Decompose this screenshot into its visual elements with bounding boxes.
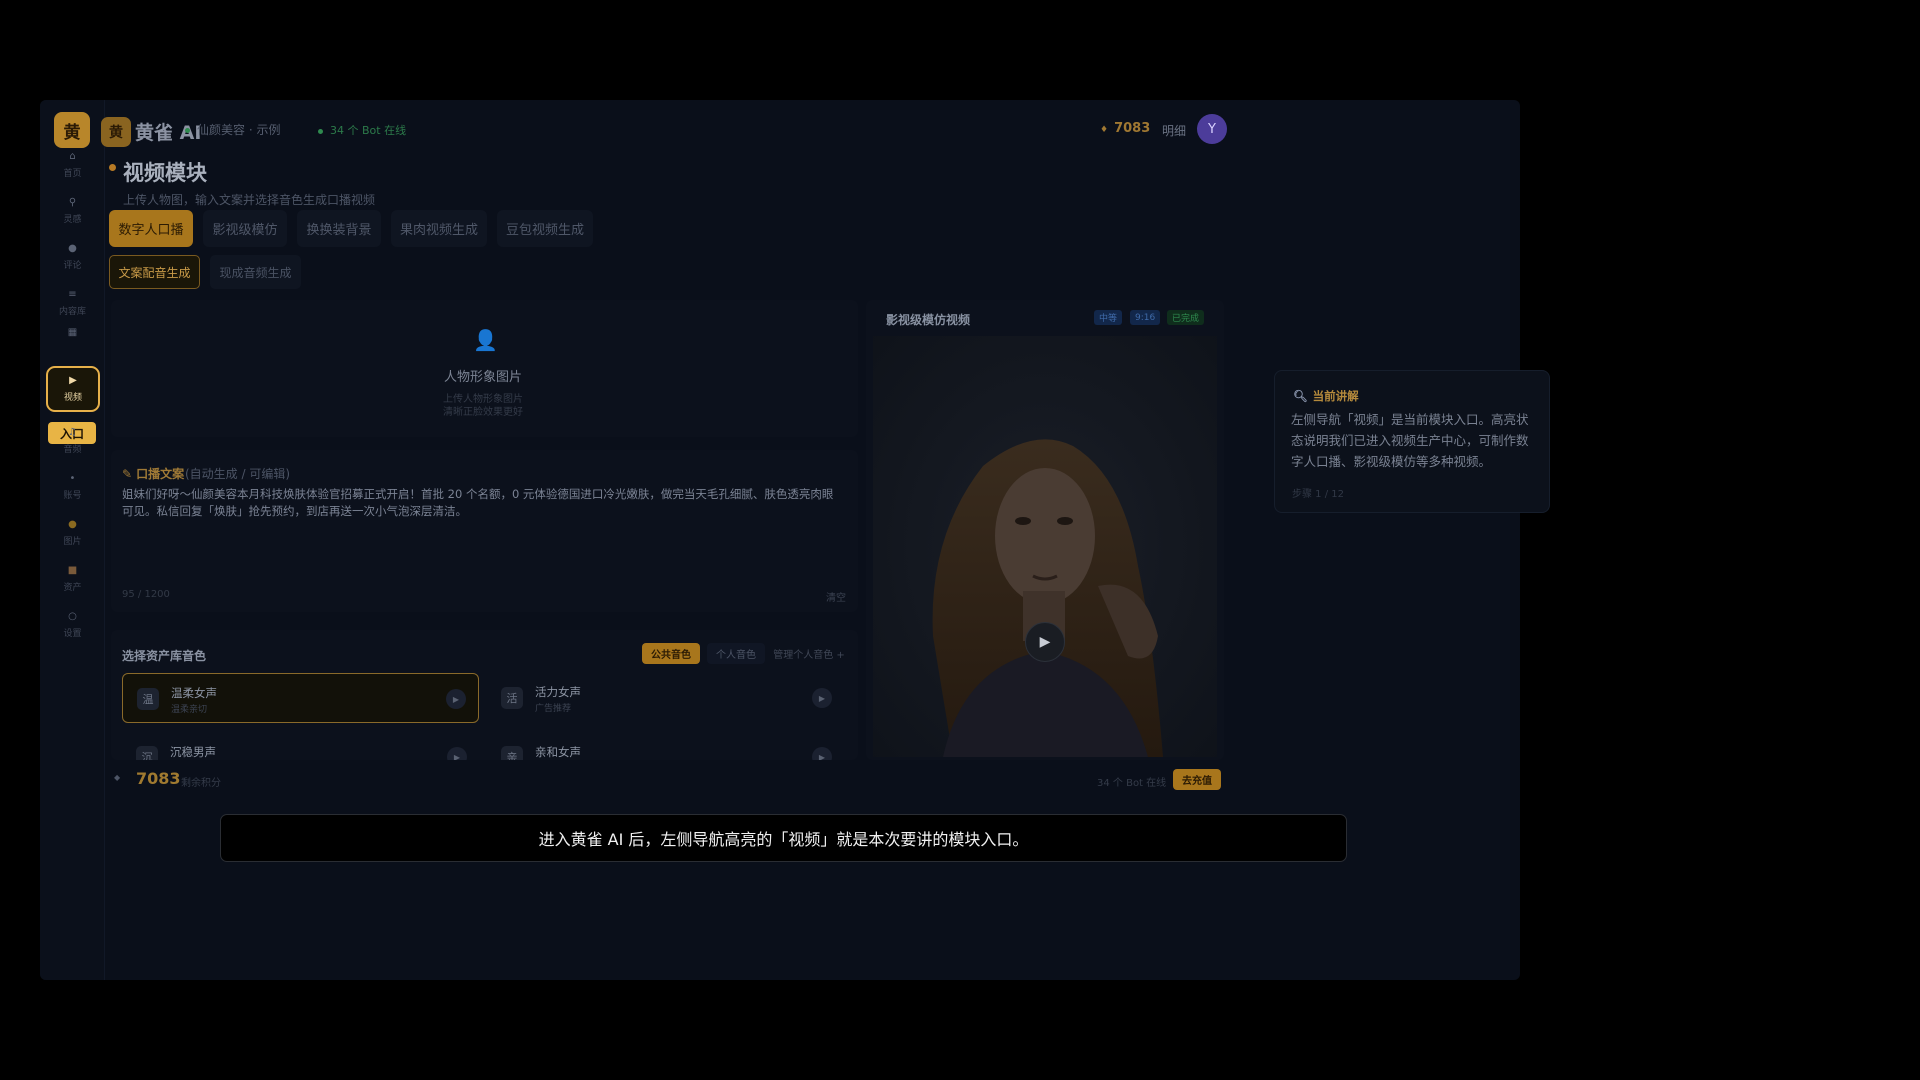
sidebar-item-label: 音频 [63, 445, 82, 455]
pen-icon: ✎ [122, 467, 133, 481]
tab-personal-voices[interactable]: 个人音色 [707, 643, 765, 664]
play-icon[interactable]: ▶ [812, 688, 832, 708]
ratio-badge: 9:16 [1130, 310, 1161, 325]
sidebar-item-label: 设置 [63, 629, 82, 639]
play-icon[interactable]: ▶ [446, 689, 466, 709]
voice-name: 活力女声 [535, 685, 581, 699]
image-icon: ● [68, 519, 77, 530]
voice-desc: 广告推荐 [535, 704, 572, 714]
voice-avatar: 亲 [501, 746, 523, 760]
sidebar-item-label: 视频 [63, 393, 82, 403]
video-thumbnail [873, 336, 1217, 757]
voice-card[interactable]: 活 活力女声 广告推荐 ▶ [487, 673, 844, 723]
explanation-heading: 🔍︎ 当前讲解 [1293, 389, 1359, 403]
voice-avatar: 沉 [136, 746, 158, 760]
bottom-coin-balance: 7083 [136, 769, 181, 788]
top-header: 黄 黄雀 AI 仙颜美容 · 示例 34 个 Bot 在线 7083 明细 Y [101, 100, 1520, 160]
subtitle-caption: 进入黄雀 AI 后，左侧导航高亮的「视频」就是本次要讲的模块入口。 [220, 814, 1347, 862]
sidebar-item-grid[interactable]: ▦ [44, 318, 101, 348]
sidebar-item-label: 账号 [63, 491, 82, 501]
explanation-body: 左侧导航「视频」是当前模块入口。高亮状态说明我们已进入视频生产中心，可制作数字人… [1291, 412, 1529, 469]
search-icon: 🔍︎ [1293, 389, 1308, 403]
sidebar-item-label: 资产 [63, 583, 82, 593]
coin-label: 剩余积分 [181, 778, 221, 789]
person-upload-icon: 👤 [473, 328, 498, 352]
sidebar-item-account[interactable]: • 账号 [44, 464, 101, 510]
subtab-copy-voice[interactable]: 文案配音生成 [109, 255, 200, 289]
voice-card[interactable]: 温 温柔女声 温柔亲切 ▶ [122, 673, 479, 723]
subtab-ready-audio[interactable]: 现成音频生成 [210, 255, 301, 289]
sidebar-item-image[interactable]: ● 图片 [44, 510, 101, 556]
voice-name: 沉稳男声 [170, 745, 216, 759]
copy-textarea[interactable]: 姐妹们好呀～仙颜美容本月科技焕肤体验官招募正式开启！首批 20 个名额，0 元体… [122, 486, 842, 520]
sidebar-item-label: 内容库 [58, 307, 86, 317]
title-dot-icon [109, 164, 116, 171]
tab-outfit-background[interactable]: 换换装背景 [297, 210, 381, 247]
sidebar-item-video[interactable]: ▶ 视频 [46, 366, 100, 412]
list-icon: ≡ [68, 289, 77, 300]
tab-digital-human[interactable]: 数字人口播 [109, 210, 193, 247]
play-icon[interactable]: ▶ [812, 747, 832, 760]
manage-voices-button[interactable]: 管理个人音色 + [772, 643, 846, 664]
tab-public-voices[interactable]: 公共音色 [642, 643, 700, 664]
sidebar-item-home[interactable]: ⌂ 首页 [44, 142, 101, 188]
bots-online-text: 34 个 Bot 在线 [1097, 778, 1167, 789]
voice-card[interactable]: 亲 亲和女声 ▶ [487, 734, 844, 760]
quality-badge: 中等 [1094, 310, 1123, 325]
sidebar-item-label: 评论 [63, 261, 82, 271]
gear-icon: ○ [68, 611, 77, 622]
copy-note: (自动生成 / 可编辑) [185, 467, 291, 481]
coin-balance: 7083 [1100, 121, 1150, 136]
upload-title: 人物形象图片 [443, 370, 522, 385]
play-icon[interactable]: ▶ [447, 747, 467, 760]
box-icon: ■ [67, 565, 78, 576]
play-icon: ▶ [69, 375, 77, 386]
page-subtitle: 上传人物图，输入文案并选择音色生成口播视频 [123, 193, 376, 207]
voice-avatar: 温 [137, 688, 159, 710]
step-indicator: 步骤 1 / 12 [1292, 489, 1344, 500]
music-icon: ♫ [68, 427, 77, 438]
tab-film-imitation[interactable]: 影视级模仿 [203, 210, 287, 247]
sidebar-item-audio[interactable]: ♫ 音频 [44, 418, 101, 464]
recharge-button[interactable]: 去充值 [1173, 769, 1221, 790]
copy-label: ✎ 口播文案 [122, 467, 185, 481]
voice-card[interactable]: 沉 沉稳男声 ▶ [122, 734, 479, 760]
clear-button[interactable]: 清空 [826, 589, 846, 604]
voice-avatar: 活 [501, 687, 523, 709]
sidebar-item-assets[interactable]: ■ 资产 [44, 556, 101, 602]
explanation-card: 🔍︎ 当前讲解 左侧导航「视频」是当前模块入口。高亮状态说明我们已进入视频生产中心… [1274, 370, 1550, 513]
tab-doubao-video[interactable]: 豆包视频生成 [497, 210, 593, 247]
voice-desc: 温柔亲切 [171, 705, 208, 715]
video-title: 影视级模仿视频 [886, 313, 971, 327]
sidebar-item-comments[interactable]: ● 评论 [44, 234, 101, 280]
sidebar-item-label: 首页 [63, 169, 82, 179]
comment-icon: ● [68, 243, 77, 254]
char-count: 95 / 1200 [122, 589, 170, 600]
voice-title: 选择资产库音色 [122, 649, 207, 663]
sidebar-item-label: 图片 [63, 537, 82, 547]
dot-icon: • [69, 473, 76, 484]
sidebar-item-label: 灵感 [63, 215, 82, 225]
detail-link[interactable]: 明细 [1162, 122, 1186, 139]
sidebar: 黄 ⌂ 首页 ⚲ 灵感 ● 评论 ≡ 内容库 ▦ 入口 ▶ 视频 ♫ 音频 • … [40, 100, 105, 980]
tab-fruit-video[interactable]: 果肉视频生成 [391, 210, 487, 247]
status-badge: 已完成 [1167, 310, 1205, 325]
home-icon: ⌂ [69, 151, 76, 162]
pin-icon: ⚲ [68, 197, 77, 208]
bots-online-chip: 34 个 Bot 在线 [318, 122, 406, 138]
coin-icon: ◆ [114, 773, 121, 782]
upload-hint: 清晰正脸效果更好 [443, 407, 523, 418]
voice-name: 温柔女声 [171, 686, 217, 700]
sidebar-item-inspiration[interactable]: ⚲ 灵感 [44, 188, 101, 234]
page-title: 视频模块 [123, 161, 207, 185]
grid-icon: ▦ [67, 327, 78, 338]
voice-name: 亲和女声 [535, 745, 581, 759]
workspace-chip[interactable]: 仙颜美容 · 示例 [185, 121, 280, 138]
sidebar-item-settings[interactable]: ○ 设置 [44, 602, 101, 648]
video-player[interactable]: ▶ [873, 336, 1217, 757]
avatar[interactable]: Y [1197, 114, 1227, 144]
play-icon[interactable]: ▶ [1025, 622, 1065, 662]
header-logo[interactable]: 黄 [101, 117, 131, 147]
